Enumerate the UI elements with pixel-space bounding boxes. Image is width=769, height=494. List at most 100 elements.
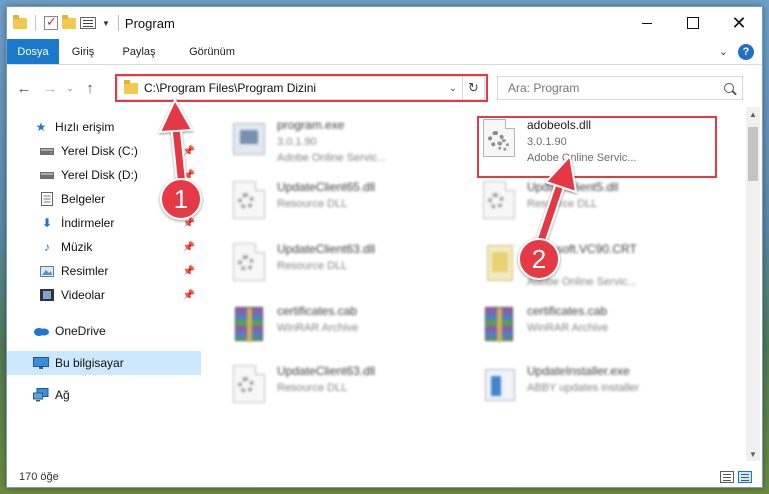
new-folder-icon[interactable] [62, 14, 76, 29]
customize-toolbar-chevron-icon[interactable]: ▼ [102, 19, 110, 28]
file-name: UpdateClient5.dll [527, 180, 619, 194]
sidebar-item-label: İndirmeler [61, 216, 115, 230]
list-view-icon[interactable] [80, 17, 96, 29]
expand-ribbon-chevron-icon[interactable]: ⌄ [719, 45, 728, 58]
sidebar-item-label: Resimler [61, 264, 109, 278]
sidebar-item-music[interactable]: ♪ Müzik 📌 [7, 235, 201, 259]
file-version: 3.0.1.90 [527, 136, 567, 148]
title-bar: ▼ Program ✕ [7, 7, 762, 39]
file-name: adobeols.dll [527, 118, 592, 132]
file-item[interactable]: certificates.cab WinRAR Archive [457, 301, 707, 355]
sidebar-item-label: Belgeler [61, 192, 106, 206]
cloud-icon [33, 324, 49, 338]
certificate-icon [479, 243, 519, 283]
pin-icon[interactable]: 📌 [183, 146, 195, 157]
properties-check-icon[interactable] [44, 14, 58, 30]
file-item[interactable]: UpdateClient65.dll Resource DLL [207, 177, 457, 231]
tiles-view-icon[interactable] [738, 471, 752, 483]
sidebar-item-this-pc[interactable]: Bu bilgisayar [7, 351, 201, 375]
sidebar-item-label: Yerel Disk (C:) [61, 144, 138, 158]
scroll-thumb[interactable] [748, 127, 758, 181]
file-item[interactable]: UpdateClient63.dll Resource DLL [207, 361, 457, 415]
scroll-down-arrow-icon[interactable]: ▼ [746, 447, 760, 461]
quick-access-toolbar: ▼ [7, 14, 110, 31]
maximize-button[interactable] [670, 7, 716, 39]
file-description: ABBY updates installer [527, 382, 640, 394]
step-badge-1: 1 [160, 178, 202, 220]
file-version: 3.0.1.90 [277, 136, 317, 148]
file-description: Resource DLL [277, 260, 348, 272]
sidebar-item-videos[interactable]: Videolar 📌 [7, 283, 201, 307]
music-note-icon: ♪ [44, 240, 50, 254]
network-icon [33, 388, 49, 402]
sidebar-item-quick-access[interactable]: ★ Hızlı erişim [7, 115, 201, 139]
dll-gear-icon [479, 119, 519, 159]
address-dropdown-chevron-icon[interactable]: ⌄ [444, 83, 462, 94]
file-description: Resource DLL [277, 382, 348, 394]
file-item[interactable]: UpdateInstaller.exe ABBY updates installe… [457, 361, 707, 415]
close-button[interactable]: ✕ [716, 7, 762, 39]
file-item[interactable]: certificates.cab WinRAR Archive [207, 301, 457, 355]
help-icon[interactable]: ? [738, 43, 754, 60]
file-name: certificates.cab [277, 304, 358, 318]
scroll-up-arrow-icon[interactable]: ▲ [746, 107, 760, 121]
file-name: certificates.cab [527, 304, 608, 318]
sidebar-item-network[interactable]: Ağ [7, 383, 201, 407]
file-name: UpdateClient63.dll [277, 242, 376, 256]
details-view-icon[interactable] [720, 471, 734, 483]
sidebar-item-label: Müzik [61, 240, 93, 254]
dll-gear-icon [229, 365, 269, 405]
installer-icon [479, 365, 519, 405]
file-item[interactable]: UpdateClient63.dll Resource DLL [207, 239, 457, 293]
tab-view[interactable]: Görünüm [171, 39, 253, 64]
tab-home[interactable]: Giriş [59, 39, 107, 64]
tab-file[interactable]: Dosya [7, 39, 59, 64]
dll-gear-icon [479, 181, 519, 221]
minimize-button[interactable] [624, 7, 670, 39]
up-button[interactable]: ↑ [77, 76, 103, 100]
pin-icon[interactable]: 📌 [183, 266, 195, 277]
computer-icon [33, 356, 49, 370]
search-box[interactable]: Ara: Program [497, 76, 743, 100]
file-item[interactable]: Microsoft.VC90.CRT3.0Adobe Online Servic… [457, 239, 707, 293]
step-badge-2: 2 [518, 238, 560, 280]
folder-icon[interactable] [13, 14, 27, 29]
sidebar-item-pictures[interactable]: Resimler 📌 [7, 259, 201, 283]
sidebar-item-label: Videolar [61, 288, 105, 302]
file-name: UpdateClient65.dll [277, 180, 376, 194]
item-count: 170 öğe [19, 471, 59, 483]
address-bar[interactable]: C:\Program Files\Program Dizini ⌄ ↻ [117, 76, 485, 100]
drive-icon [39, 144, 55, 158]
status-bar: 170 öğe [7, 465, 762, 487]
address-path[interactable]: C:\Program Files\Program Dizini [144, 81, 444, 95]
file-description: Adobe Online Servic... [277, 152, 387, 164]
winrar-icon [229, 305, 269, 345]
sidebar-item-label: Hızlı erişim [55, 120, 115, 134]
file-item[interactable]: program.exe 3.0.1.90 Adobe Online Servic..… [207, 115, 457, 169]
pin-icon[interactable]: 📌 [183, 290, 195, 301]
sidebar-item-label: Ağ [55, 388, 70, 402]
file-description: WinRAR Archive [277, 322, 359, 334]
forward-button[interactable]: → [37, 76, 63, 100]
pin-icon[interactable]: 📌 [183, 242, 195, 253]
search-input[interactable]: Ara: Program [508, 81, 716, 95]
download-arrow-icon: ⬇ [41, 216, 53, 230]
recent-locations-chevron-icon[interactable]: ⌄ [63, 76, 77, 100]
winrar-icon [479, 305, 519, 345]
sidebar-item-onedrive[interactable]: OneDrive [7, 319, 201, 343]
dll-gear-icon [229, 181, 269, 221]
file-name: UpdateInstaller.exe [527, 364, 630, 378]
tab-share[interactable]: Paylaş [107, 39, 171, 64]
pictures-icon [39, 264, 55, 278]
file-item[interactable]: UpdateClient5.dll Resource DLL [457, 177, 707, 231]
video-film-icon [39, 288, 55, 302]
refresh-button[interactable]: ↻ [462, 77, 484, 99]
search-icon[interactable] [716, 83, 742, 93]
file-name: UpdateClient63.dll [277, 364, 376, 378]
back-button[interactable]: ← [11, 76, 37, 100]
file-item-adobeols-dll[interactable]: adobeols.dll 3.0.1.90 Adobe Online Servic.… [457, 115, 707, 169]
dll-gear-icon [229, 243, 269, 283]
vertical-scrollbar[interactable]: ▲ ▼ [746, 107, 760, 461]
sidebar-item-label: Bu bilgisayar [55, 356, 124, 370]
sidebar-item-drive-c[interactable]: Yerel Disk (C:) 📌 [7, 139, 201, 163]
